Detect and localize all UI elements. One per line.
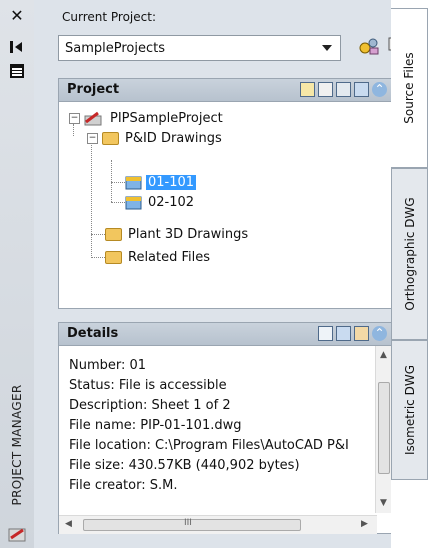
palette-tabs: Source Files Orthographic DWG Isometric … [391,0,430,548]
detail-description: Description: Sheet 1 of 2 [69,398,231,413]
vertical-scroll-thumb[interactable] [378,382,390,474]
tree-node-project[interactable]: − PIPSampleProject [69,109,225,127]
drawing-file-icon [125,176,142,189]
project-panel-title: Project [67,82,120,97]
thumbnail-view-icon[interactable] [354,326,369,341]
palette-title: PROJECT MANAGER [10,384,24,506]
details-view-icon[interactable] [318,326,333,341]
detail-file-creator: File creator: S.M. [69,478,178,493]
current-project-label: Current Project: [62,10,156,24]
project-icon [84,111,102,126]
detail-status: Status: File is accessible [69,378,227,393]
folder-icon [105,227,122,241]
tree-node-pid-drawings[interactable]: − P&ID Drawings [87,129,224,147]
scroll-right-icon[interactable]: ▶ [361,519,368,529]
autohide-icon[interactable] [7,38,27,56]
folder-icon [102,131,119,145]
collapse-panel-icon[interactable]: ⌃ [372,326,387,341]
tree-line [111,160,112,202]
detail-file-name: File name: PIP-01-101.dwg [69,418,242,433]
collapse-panel-icon[interactable]: ⌃ [372,82,387,97]
tree-node-drawing-02-102[interactable]: 02-102 [125,193,196,211]
tree-line [91,234,105,235]
project-tree: − PIPSampleProject − P&ID Drawings 01-10… [59,102,393,312]
details-panel-title: Details [67,326,119,341]
project-panel-header: Project ⌃ [59,79,393,102]
scroll-grip: III [184,518,192,528]
tree-node-plant3d-drawings[interactable]: Plant 3D Drawings [105,225,250,243]
tree-line [111,202,125,203]
tab-isometric-dwg[interactable]: Isometric DWG [391,340,428,480]
palette-titlebar: ✕ PROJECT MANAGER [0,0,35,548]
drawing-file-icon [125,196,142,209]
scroll-left-icon[interactable]: ◀ [65,519,72,529]
horizontal-scrollbar[interactable]: ◀ III ▶ [59,515,377,534]
refresh-icon[interactable] [354,82,369,97]
project-settings-icon[interactable] [356,33,382,59]
scroll-down-icon[interactable]: ▼ [380,498,387,508]
detail-file-size: File size: 430.57KB (440,902 bytes) [69,458,300,473]
tree-line [111,182,125,183]
import-icon[interactable] [336,82,351,97]
detail-file-location: File location: C:\Program Files\AutoCAD … [69,438,349,453]
current-project-value: SampleProjects [65,41,165,56]
preview-view-icon[interactable] [336,326,351,341]
tab-source-files[interactable]: Source Files [391,8,428,168]
current-project-select[interactable]: SampleProjects [58,35,341,61]
properties-icon[interactable] [7,62,27,80]
tree-line [91,142,92,258]
copy-drawing-icon[interactable] [318,82,333,97]
details-panel-header: Details ⌃ [59,323,393,346]
horizontal-scroll-thumb[interactable]: III [83,518,301,531]
new-drawing-icon[interactable] [300,82,315,97]
folder-icon [105,250,122,264]
tree-node-drawing-01-101[interactable]: 01-101 [125,173,197,191]
collapse-toggle-icon[interactable]: − [87,132,98,144]
details-panel: Details ⌃ Number: 01 Status: File is acc… [58,322,394,534]
close-icon[interactable]: ✕ [7,6,27,25]
tree-node-related-files[interactable]: Related Files [105,248,212,266]
detail-number: Number: 01 [69,358,147,373]
collapse-toggle-icon[interactable]: − [69,112,80,124]
project-manager-panel: Current Project: SampleProjects Project … [34,0,414,548]
details-content: Number: 01 Status: File is accessible De… [59,346,393,534]
plant3d-logo-icon [8,525,26,543]
scroll-up-icon[interactable]: ▲ [380,350,387,360]
chevron-down-icon [322,45,332,51]
project-tree-panel: Project ⌃ − PIPSampleProject − P&ID Draw… [58,78,394,309]
tab-orthographic-dwg[interactable]: Orthographic DWG [391,168,428,340]
tree-line [91,257,105,258]
